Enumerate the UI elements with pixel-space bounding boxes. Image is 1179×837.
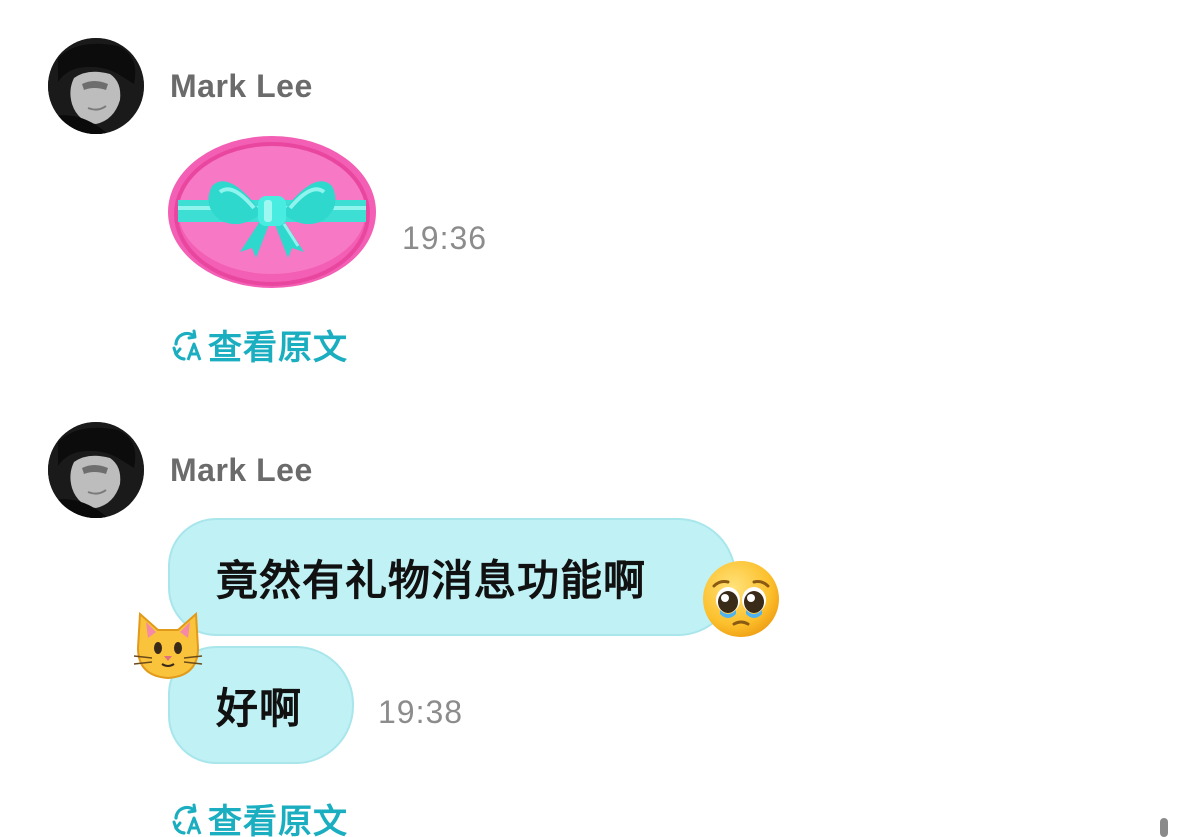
scrollbar-thumb[interactable] (1160, 818, 1168, 837)
avatar[interactable] (48, 422, 144, 518)
avatar[interactable] (48, 38, 144, 134)
message-text: 好啊 (216, 683, 303, 733)
message-bubble[interactable]: 竟然有礼物消息功能啊 (168, 518, 736, 636)
translate-icon (170, 802, 204, 836)
cat-face-emoji (132, 604, 204, 684)
gift-bow-sticker[interactable] (166, 134, 378, 290)
message-time: 19:38 (378, 694, 464, 730)
pleading-face-emoji (700, 558, 782, 640)
view-original-link[interactable]: 查看原文 (170, 794, 348, 837)
view-original-label: 查看原文 (208, 328, 348, 368)
message-text: 竟然有礼物消息功能啊 (216, 555, 647, 605)
chat-view: Mark Lee 19:36 查看原文 Mark Lee 竟然有礼物消息功能啊 … (0, 0, 1179, 837)
view-original-label: 查看原文 (208, 802, 348, 837)
avatar-photo (48, 422, 144, 518)
sender-name: Mark Lee (170, 452, 313, 488)
avatar-photo (48, 38, 144, 134)
message-time: 19:36 (402, 220, 488, 256)
view-original-link[interactable]: 查看原文 (170, 320, 348, 369)
translate-icon (170, 328, 204, 362)
sender-name: Mark Lee (170, 68, 313, 104)
